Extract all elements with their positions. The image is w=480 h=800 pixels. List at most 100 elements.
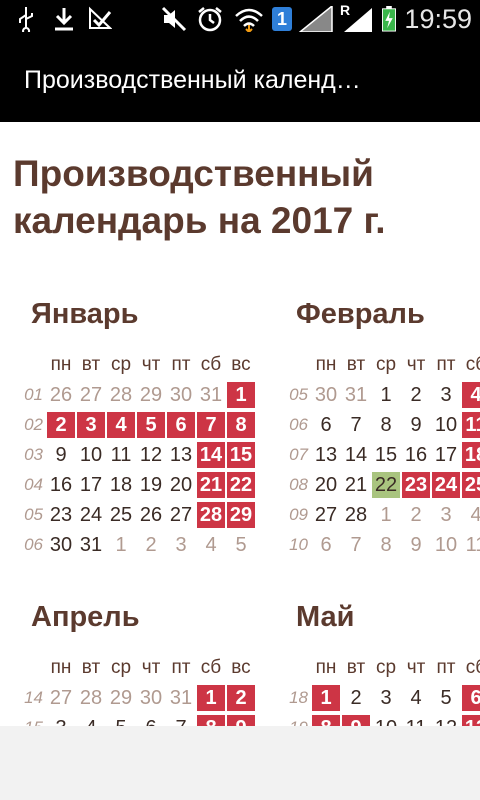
day-cell-holiday[interactable]: 8 — [312, 715, 340, 726]
day-cell[interactable]: 5 — [107, 715, 135, 726]
day-cell[interactable]: 11 — [402, 715, 430, 726]
day-cell-holiday[interactable]: 9 — [227, 715, 255, 726]
day-cell[interactable]: 20 — [312, 472, 340, 498]
day-cell[interactable]: 7 — [167, 715, 195, 726]
day-cell-holiday[interactable]: 24 — [432, 472, 460, 498]
day-cell[interactable]: 27 — [312, 502, 340, 528]
calendar-content[interactable]: Производственный календарь на 2017 г. Ян… — [0, 122, 480, 726]
day-cell[interactable]: 15 — [372, 442, 400, 468]
day-cell[interactable]: 6 — [312, 412, 340, 438]
day-cell[interactable]: 13 — [167, 442, 195, 468]
day-cell[interactable]: 3 — [432, 382, 460, 408]
day-cell-holiday[interactable]: 8 — [197, 715, 225, 726]
day-cell[interactable]: 17 — [432, 442, 460, 468]
day-cell[interactable]: 9 — [47, 442, 75, 468]
day-cell-other-month[interactable]: 4 — [197, 532, 225, 558]
day-cell-other-month[interactable]: 8 — [372, 532, 400, 558]
day-cell[interactable]: 21 — [342, 472, 370, 498]
day-cell-holiday[interactable]: 18 — [462, 442, 480, 468]
day-cell-other-month[interactable]: 27 — [77, 382, 105, 408]
day-cell[interactable]: 19 — [137, 472, 165, 498]
day-cell-other-month[interactable]: 2 — [137, 532, 165, 558]
day-cell-holiday[interactable]: 13 — [462, 715, 480, 726]
day-cell[interactable]: 25 — [107, 502, 135, 528]
day-cell-other-month[interactable]: 30 — [137, 685, 165, 711]
day-cell-holiday[interactable]: 2 — [227, 685, 255, 711]
day-cell[interactable]: 7 — [342, 412, 370, 438]
day-cell-holiday[interactable]: 9 — [342, 715, 370, 726]
day-cell[interactable]: 10 — [77, 442, 105, 468]
day-cell[interactable]: 10 — [372, 715, 400, 726]
day-cell[interactable]: 9 — [402, 412, 430, 438]
day-cell-holiday[interactable]: 28 — [197, 502, 225, 528]
day-cell-other-month[interactable]: 31 — [342, 382, 370, 408]
day-cell-holiday[interactable]: 29 — [227, 502, 255, 528]
day-cell-holiday[interactable]: 5 — [137, 412, 165, 438]
day-cell[interactable]: 11 — [107, 442, 135, 468]
day-cell[interactable]: 12 — [137, 442, 165, 468]
day-cell[interactable]: 18 — [107, 472, 135, 498]
day-cell-other-month[interactable]: 30 — [167, 382, 195, 408]
day-cell-other-month[interactable]: 4 — [462, 502, 480, 528]
day-cell[interactable]: 17 — [77, 472, 105, 498]
day-cell-other-month[interactable]: 5 — [227, 532, 255, 558]
day-cell-holiday[interactable]: 15 — [227, 442, 255, 468]
day-cell-other-month[interactable]: 30 — [312, 382, 340, 408]
day-cell[interactable]: 28 — [342, 502, 370, 528]
day-cell-holiday[interactable]: 6 — [167, 412, 195, 438]
day-cell[interactable]: 1 — [372, 382, 400, 408]
day-cell-other-month[interactable]: 10 — [432, 532, 460, 558]
day-cell-other-month[interactable]: 2 — [402, 502, 430, 528]
day-cell[interactable]: 12 — [432, 715, 460, 726]
day-cell-holiday[interactable]: 6 — [462, 685, 480, 711]
day-cell[interactable]: 14 — [342, 442, 370, 468]
day-cell[interactable]: 3 — [47, 715, 75, 726]
day-cell[interactable]: 13 — [312, 442, 340, 468]
day-cell-holiday[interactable]: 1 — [227, 382, 255, 408]
day-cell[interactable]: 10 — [432, 412, 460, 438]
day-cell-other-month[interactable]: 26 — [47, 382, 75, 408]
day-cell-other-month[interactable]: 29 — [137, 382, 165, 408]
day-cell-holiday[interactable]: 22 — [227, 472, 255, 498]
day-cell[interactable]: 20 — [167, 472, 195, 498]
day-cell-holiday[interactable]: 8 — [227, 412, 255, 438]
day-cell-holiday[interactable]: 1 — [197, 685, 225, 711]
day-cell[interactable]: 8 — [372, 412, 400, 438]
day-cell-holiday[interactable]: 21 — [197, 472, 225, 498]
day-cell[interactable]: 23 — [47, 502, 75, 528]
day-cell-holiday[interactable]: 7 — [197, 412, 225, 438]
day-cell-holiday[interactable]: 11 — [462, 412, 480, 438]
day-cell[interactable]: 4 — [402, 685, 430, 711]
day-cell[interactable]: 2 — [402, 382, 430, 408]
day-cell[interactable]: 5 — [432, 685, 460, 711]
day-cell-holiday[interactable]: 2 — [47, 412, 75, 438]
day-cell-holiday[interactable]: 4 — [462, 382, 480, 408]
day-cell[interactable]: 26 — [137, 502, 165, 528]
day-cell-holiday[interactable]: 4 — [107, 412, 135, 438]
day-cell-other-month[interactable]: 7 — [342, 532, 370, 558]
day-cell-other-month[interactable]: 31 — [167, 685, 195, 711]
day-cell-other-month[interactable]: 6 — [312, 532, 340, 558]
day-cell[interactable]: 4 — [77, 715, 105, 726]
day-cell-other-month[interactable]: 1 — [372, 502, 400, 528]
day-cell[interactable]: 31 — [77, 532, 105, 558]
day-cell-other-month[interactable]: 3 — [167, 532, 195, 558]
day-cell[interactable]: 2 — [342, 685, 370, 711]
day-cell[interactable]: 30 — [47, 532, 75, 558]
day-cell-other-month[interactable]: 27 — [47, 685, 75, 711]
day-cell-other-month[interactable]: 28 — [77, 685, 105, 711]
day-cell[interactable]: 6 — [137, 715, 165, 726]
day-cell[interactable]: 16 — [47, 472, 75, 498]
day-cell-preholiday[interactable]: 22 — [372, 472, 400, 498]
day-cell[interactable]: 27 — [167, 502, 195, 528]
day-cell-holiday[interactable]: 23 — [402, 472, 430, 498]
day-cell[interactable]: 3 — [372, 685, 400, 711]
day-cell-other-month[interactable]: 31 — [197, 382, 225, 408]
day-cell-other-month[interactable]: 9 — [402, 532, 430, 558]
day-cell-other-month[interactable]: 1 — [107, 532, 135, 558]
day-cell-holiday[interactable]: 3 — [77, 412, 105, 438]
day-cell-other-month[interactable]: 3 — [432, 502, 460, 528]
day-cell-holiday[interactable]: 25 — [462, 472, 480, 498]
day-cell-other-month[interactable]: 28 — [107, 382, 135, 408]
day-cell-holiday[interactable]: 1 — [312, 685, 340, 711]
